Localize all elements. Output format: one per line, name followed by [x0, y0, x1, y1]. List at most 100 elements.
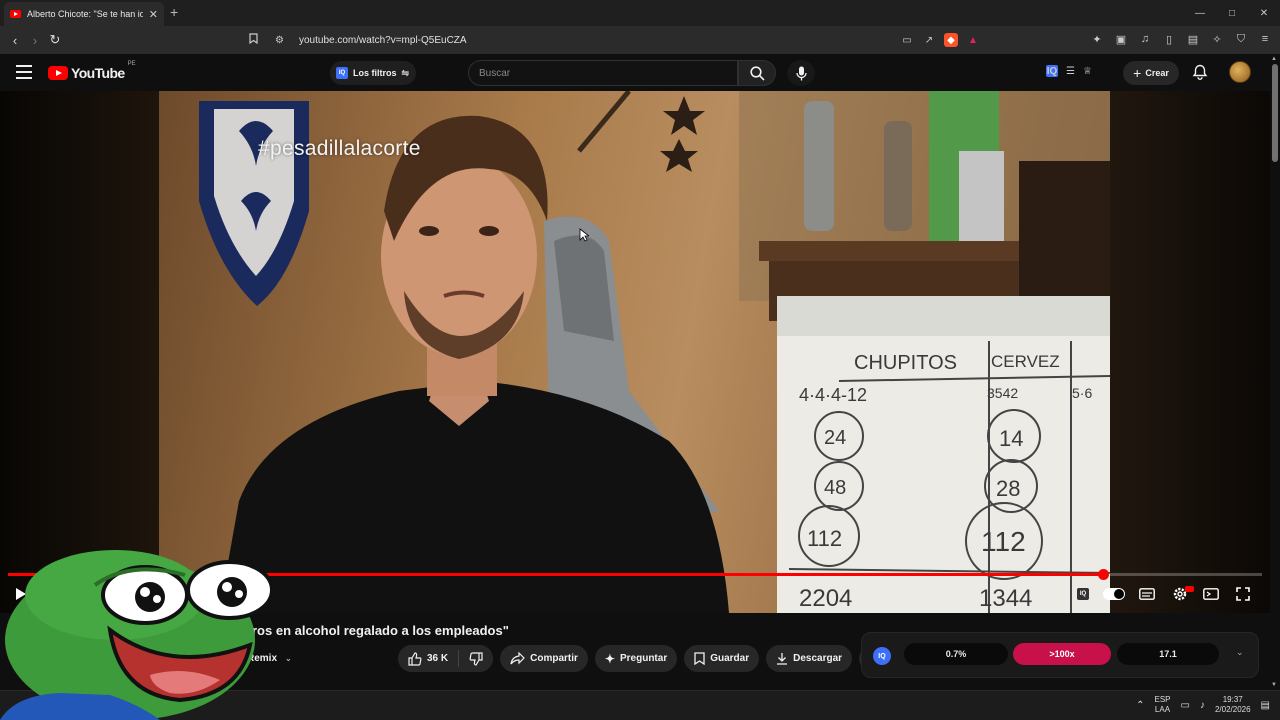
board-text: 3542	[987, 385, 1018, 401]
tab-close-icon[interactable]: ✕	[149, 8, 158, 21]
board-text: 112	[981, 526, 1026, 557]
chevron-down-icon: ⌄	[285, 654, 292, 663]
iq-extension-icon: IQ	[336, 67, 348, 79]
wallet-icon[interactable]: ▤	[1186, 32, 1200, 46]
board-text: CERVEZ	[991, 352, 1060, 371]
fullscreen-button[interactable]	[1234, 586, 1252, 602]
action-buttons: 36 K Compartir ✦ Preguntar Guardar Desca…	[398, 645, 887, 672]
save-button[interactable]: Guardar	[684, 645, 760, 672]
board-text: 2204	[799, 585, 852, 612]
youtube-favicon-icon	[10, 10, 21, 18]
browser-toolbar: ‹ › ↻ ⚙ youtube.com/watch?v=mpl-Q5EuCZA …	[0, 26, 1280, 54]
system-tray: ⌃ ESP LAA ▭ ♪ 19:37 2/02/2026 ▤	[1136, 695, 1270, 715]
language-indicator[interactable]: ESP LAA	[1154, 695, 1170, 715]
browser-tab-active[interactable]: Alberto Chicote: "Se te han ido ✕	[4, 2, 164, 26]
new-tab-button[interactable]: +	[170, 4, 178, 20]
iq-toolbar-icon[interactable]: IQ	[1046, 65, 1058, 77]
clock[interactable]: 19:37 2/02/2026	[1215, 695, 1251, 715]
frog-sticker-overlay	[0, 550, 274, 720]
subtitles-icon	[1139, 588, 1155, 600]
miniplayer-button[interactable]	[1202, 586, 1220, 602]
maximize-button[interactable]: □	[1216, 0, 1248, 26]
video-title: ros en alcohol regalado a los empleados"	[252, 623, 509, 638]
share-icon	[510, 652, 525, 665]
filters-button[interactable]: IQ Los filtros ⇋	[330, 61, 416, 85]
screenshot-icon[interactable]: ▣	[1114, 32, 1128, 46]
guide-menu-icon[interactable]	[16, 65, 32, 79]
fullscreen-icon	[1236, 587, 1250, 601]
tray-overflow-icon[interactable]: ⌃	[1136, 700, 1144, 711]
iq-stat-multiplier: >100x	[1013, 643, 1111, 665]
bookmark-icon[interactable]	[249, 33, 267, 47]
volume-icon[interactable]: ♪	[1200, 700, 1205, 711]
subtitles-button[interactable]	[1138, 586, 1156, 602]
scrollbar-thumb[interactable]	[1272, 64, 1278, 162]
video-frame[interactable]: CHUPITOS CERVEZ 4·4·4-12 3542 5·6 24 14 …	[159, 91, 1110, 613]
iq-logo-icon: IQ	[873, 647, 891, 665]
brave-shield-icon[interactable]: ◆	[944, 33, 958, 47]
brave-rewards-icon[interactable]: ▲	[966, 33, 980, 47]
chevron-down-icon[interactable]: ⌄	[1236, 647, 1244, 658]
scroll-down-icon[interactable]: ▼	[1271, 682, 1277, 688]
scroll-up-icon[interactable]: ▲	[1271, 56, 1277, 62]
address-bar-actions: ▭ ↗ ◆ ▲	[900, 33, 980, 47]
search-button[interactable]	[738, 60, 776, 86]
voice-search-button[interactable]	[787, 60, 815, 86]
thumbs-down-icon	[469, 651, 483, 666]
vpn-icon[interactable]: ⛉	[1234, 32, 1248, 46]
search-input[interactable]: Buscar	[468, 60, 738, 86]
back-icon[interactable]: ‹	[6, 31, 24, 49]
sidebar-icon[interactable]: ▯	[1162, 32, 1176, 46]
trophy-icon[interactable]: ♕	[1083, 66, 1092, 77]
sparkle-icon: ✦	[604, 651, 615, 666]
url-text: youtube.com/watch?v=mpl-Q5EuCZA	[299, 34, 467, 46]
extensions-icon[interactable]: ✦	[1090, 32, 1104, 46]
dislike-button[interactable]	[459, 645, 494, 672]
youtube-masthead: YouTube PE IQ Los filtros ⇋ Buscar IQ ☰ …	[0, 54, 1270, 91]
ask-button[interactable]: ✦ Preguntar	[594, 645, 678, 672]
board-text: 14	[999, 426, 1023, 451]
video-hashtag-overlay: #pesadillalacorte	[258, 137, 421, 160]
share-page-icon[interactable]: ↗	[922, 33, 936, 47]
notifications-bell-icon[interactable]	[1192, 64, 1208, 80]
menu-icon[interactable]: ≡	[1258, 32, 1272, 46]
bookmark-save-icon	[694, 652, 705, 665]
youtube-play-logo-icon	[48, 66, 68, 80]
iq-stat-score: 17.1	[1117, 643, 1219, 665]
list-sort-icon[interactable]: ☰	[1066, 66, 1075, 77]
page-scrollbar[interactable]: ▲ ▼	[1270, 54, 1280, 690]
window-controls: — □ ✕	[1184, 0, 1280, 26]
site-settings-icon[interactable]: ⚙	[275, 35, 293, 46]
browser-tab-strip: Alberto Chicote: "Se te han ido ✕ + — □ …	[0, 0, 1280, 26]
minimize-button[interactable]: —	[1184, 0, 1216, 26]
language-code: ESP	[1154, 695, 1171, 704]
youtube-logo[interactable]: YouTube PE	[48, 61, 136, 81]
like-button[interactable]: 36 K	[398, 645, 459, 672]
iq-player-button[interactable]: IQ	[1074, 586, 1092, 602]
download-button[interactable]: Descargar	[766, 645, 853, 672]
forward-icon[interactable]: ›	[26, 31, 44, 49]
network-icon[interactable]: ▭	[1181, 700, 1190, 711]
like-dislike-group: 36 K	[398, 645, 494, 672]
music-icon[interactable]: ♫	[1138, 32, 1152, 46]
account-avatar[interactable]	[1229, 61, 1251, 83]
progress-scrubber[interactable]	[1097, 569, 1109, 580]
download-label: Descargar	[793, 653, 843, 664]
address-bar[interactable]: ⚙ youtube.com/watch?v=mpl-Q5EuCZA	[245, 29, 990, 51]
iq-stats-panel: IQ 0.7% >100x 17.1 ⌄	[861, 632, 1259, 678]
plus-icon: +	[1133, 65, 1142, 81]
create-label: Crear	[1145, 68, 1169, 78]
board-text: 4·4·4-12	[799, 385, 867, 405]
autoplay-toggle[interactable]	[1103, 588, 1125, 600]
close-window-button[interactable]: ✕	[1248, 0, 1280, 26]
reload-icon[interactable]: ↻	[46, 31, 64, 49]
share-button[interactable]: Compartir	[500, 645, 588, 672]
create-button[interactable]: + Crear	[1123, 61, 1179, 85]
notification-center-icon[interactable]: ▤	[1261, 700, 1270, 711]
hd-badge-icon	[1185, 586, 1194, 592]
cast-icon[interactable]: ▭	[900, 33, 914, 47]
leo-ai-icon[interactable]: ✧	[1210, 32, 1224, 46]
iq-stat-percentage: 0.7%	[904, 643, 1008, 665]
masthead-extension-icons: IQ ☰ ♕	[1046, 65, 1092, 77]
search-icon	[749, 65, 765, 81]
